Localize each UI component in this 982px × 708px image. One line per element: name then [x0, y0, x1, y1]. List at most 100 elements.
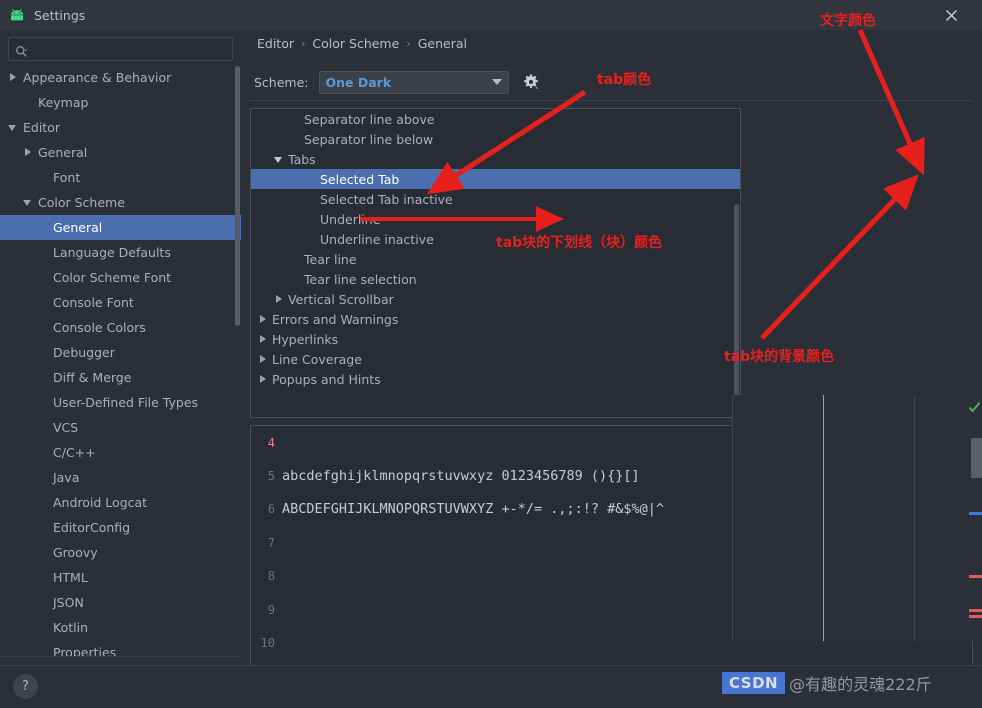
sidebar-item-label: Console Colors: [53, 320, 146, 335]
sidebar-divider: [0, 656, 241, 657]
option-item-tabs[interactable]: Tabs: [251, 149, 740, 169]
breadcrumb: Editor › Color Scheme › General: [257, 36, 467, 51]
error-stripe-panel[interactable]: [968, 395, 982, 641]
option-item-selected-tab[interactable]: Selected Tab: [251, 169, 740, 189]
scheme-value: One Dark: [325, 74, 392, 90]
anno-text-color: 文字颜色: [820, 13, 876, 29]
sidebar-item-console-colors[interactable]: Console Colors: [0, 315, 241, 340]
search-icon: [15, 43, 28, 57]
watermark-text: @有趣的灵魂222斤: [789, 675, 932, 694]
option-item-separator-line-below[interactable]: Separator line below: [251, 129, 740, 149]
sidebar-item-html[interactable]: HTML: [0, 565, 241, 590]
chevron-down-icon[interactable]: [273, 153, 285, 165]
option-item-tear-line-selection[interactable]: Tear line selection: [251, 269, 740, 289]
stripe-marker[interactable]: [969, 615, 982, 618]
breadcrumb-part[interactable]: Color Scheme: [312, 36, 399, 51]
option-item-label: Errors and Warnings: [272, 311, 399, 327]
checkmark-icon: [968, 399, 981, 413]
preview-line-text: ABCDEFGHIJKLMNOPQRSTUVWXYZ +-*/= .,;:!? …: [282, 501, 665, 518]
chevron-right-icon[interactable]: [23, 147, 34, 158]
sidebar-item-diff-merge[interactable]: Diff & Merge: [0, 365, 241, 390]
question-mark-icon[interactable]: ?: [13, 674, 38, 699]
option-item-hyperlinks[interactable]: Hyperlinks: [251, 329, 740, 349]
line-number: 8: [267, 569, 275, 584]
preview-column-divider: [732, 395, 733, 641]
chevron-right-icon[interactable]: [257, 373, 269, 385]
sidebar-item-kotlin[interactable]: Kotlin: [0, 615, 241, 640]
anno-tab-underline: tab块的下划线（块）颜色: [496, 235, 663, 251]
sidebar-item-android-logcat[interactable]: Android Logcat: [0, 490, 241, 515]
option-item-popups-and-hints[interactable]: Popups and Hints: [251, 369, 740, 389]
sidebar-item-console-font[interactable]: Console Font: [0, 290, 241, 315]
chevron-right-icon[interactable]: [8, 72, 19, 83]
sidebar-item-label: C/C++: [53, 445, 96, 460]
chevron-right-icon[interactable]: [257, 333, 269, 345]
sidebar-item-user-defined-file-types[interactable]: User-Defined File Types: [0, 390, 241, 415]
stripe-marker[interactable]: [969, 609, 982, 612]
sidebar-item-keymap[interactable]: Keymap: [0, 90, 241, 115]
sidebar-item-java[interactable]: Java: [0, 465, 241, 490]
sidebar-item-general[interactable]: General: [0, 140, 241, 165]
sidebar-item-appearance-behavior[interactable]: Appearance & Behavior: [0, 65, 241, 90]
sidebar-item-color-scheme-font[interactable]: Color Scheme Font: [0, 265, 241, 290]
sidebar-item-c-c[interactable]: C/C++: [0, 440, 241, 465]
sidebar-item-label: Language Defaults: [53, 245, 171, 260]
breadcrumb-part[interactable]: General: [418, 36, 467, 51]
sidebar-item-debugger[interactable]: Debugger: [0, 340, 241, 365]
settings-tree: Appearance & Behavior Keymap Editor General…: [0, 65, 241, 657]
scheme-select[interactable]: One Dark: [318, 70, 509, 94]
chevron-right-icon[interactable]: [257, 313, 269, 325]
chevron-down-icon[interactable]: [8, 122, 19, 133]
line-number: 4: [267, 435, 275, 450]
option-item-label: Underline inactive: [320, 231, 434, 247]
stripe-marker[interactable]: [969, 512, 982, 515]
option-item-underline[interactable]: Underline: [251, 209, 740, 229]
sidebar-item-label: Diff & Merge: [53, 370, 132, 385]
sidebar-item-font[interactable]: Font: [0, 165, 241, 190]
chevron-right-icon[interactable]: [257, 353, 269, 365]
stripe-scroll-thumb[interactable]: [971, 438, 982, 478]
sidebar-item-json[interactable]: JSON: [0, 590, 241, 615]
option-item-selected-tab-inactive[interactable]: Selected Tab inactive: [251, 189, 740, 209]
option-item-line-coverage[interactable]: Line Coverage: [251, 349, 740, 369]
sidebar-item-color-scheme[interactable]: Color Scheme: [0, 190, 241, 215]
sidebar-item-general[interactable]: General: [0, 215, 241, 240]
stripe-marker[interactable]: [969, 575, 982, 578]
sidebar-item-label: Editor: [23, 120, 60, 135]
settings-sidebar: Appearance & Behavior Keymap Editor General…: [0, 30, 241, 665]
gear-icon[interactable]: [522, 73, 540, 91]
sidebar-item-properties[interactable]: Properties: [0, 640, 241, 657]
sidebar-item-editorconfig[interactable]: EditorConfig: [0, 515, 241, 540]
close-icon[interactable]: [928, 0, 974, 30]
option-item-vertical-scrollbar[interactable]: Vertical Scrollbar: [251, 289, 740, 309]
chevron-right-icon[interactable]: [273, 293, 285, 305]
scheme-label: Scheme:: [254, 74, 309, 90]
preview-line-text: abcdefghijklmnopqrstuvwxyz 0123456789 ()…: [282, 468, 640, 485]
options-scrollbar[interactable]: [734, 204, 739, 404]
option-item-errors-and-warnings[interactable]: Errors and Warnings: [251, 309, 740, 329]
line-number: 6: [267, 502, 275, 517]
search-input[interactable]: [32, 42, 226, 56]
option-item-tear-line[interactable]: Tear line: [251, 249, 740, 269]
search-box[interactable]: [8, 37, 233, 61]
sidebar-item-vcs[interactable]: VCS: [0, 415, 241, 440]
sidebar-item-language-defaults[interactable]: Language Defaults: [0, 240, 241, 265]
chevron-down-icon[interactable]: [23, 197, 34, 208]
sidebar-scrollbar[interactable]: [235, 66, 240, 326]
breadcrumb-part[interactable]: Editor: [257, 36, 294, 51]
sidebar-item-groovy[interactable]: Groovy: [0, 540, 241, 565]
sidebar-item-editor[interactable]: Editor: [0, 115, 241, 140]
option-item-separator-line-above[interactable]: Separator line above: [251, 109, 740, 129]
preview-soft-wrap-guide: [823, 395, 824, 641]
sidebar-item-label: User-Defined File Types: [53, 395, 199, 410]
chevron-down-icon: [491, 79, 502, 85]
option-item-label: Selected Tab: [320, 171, 400, 187]
option-item-label: Line Coverage: [272, 351, 362, 367]
